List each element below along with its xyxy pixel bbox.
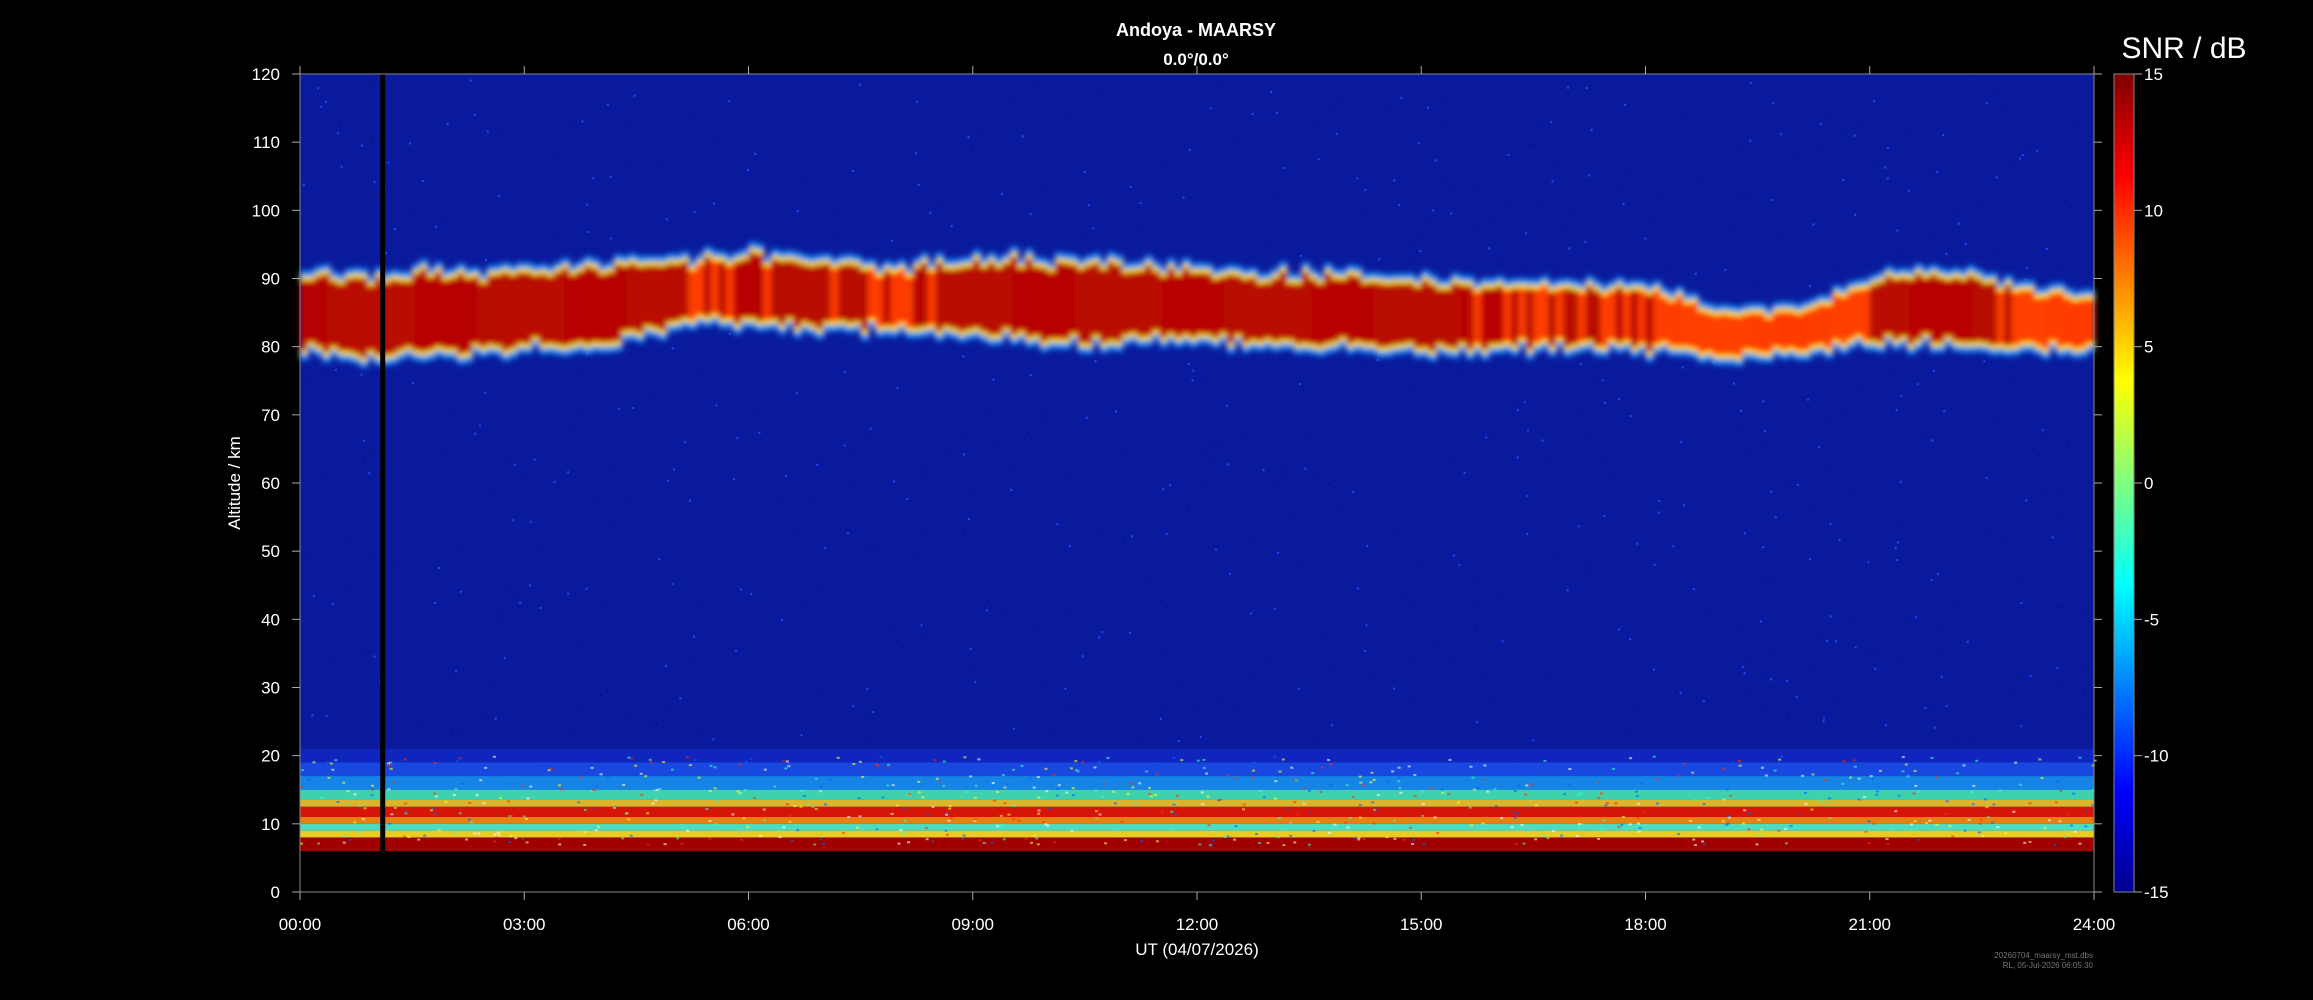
colorbar-tick-label: 0 bbox=[2144, 474, 2153, 493]
y-tick-label: 120 bbox=[252, 65, 280, 84]
colorbar-ticks: 15 10 5 0 -5 -10 -15 bbox=[2134, 65, 2169, 902]
y-tick-label: 90 bbox=[261, 270, 280, 289]
x-tick-label: 15:00 bbox=[1400, 915, 1443, 934]
y-tick-label: 50 bbox=[261, 542, 280, 561]
colorbar-tick-label: -10 bbox=[2144, 747, 2169, 766]
footnote-filename: 20260704_maarsy_mst.dbs bbox=[1994, 951, 2093, 960]
x-tick-label: 18:00 bbox=[1624, 915, 1667, 934]
footnote-timestamp: RL, 05-Jul-2026 06:05:30 bbox=[2003, 961, 2094, 970]
y-tick-label: 40 bbox=[261, 610, 280, 629]
y-tick-label: 10 bbox=[261, 815, 280, 834]
y-tick-label: 70 bbox=[261, 406, 280, 425]
x-tick-label: 12:00 bbox=[1176, 915, 1219, 934]
colorbar-label: SNR / dB bbox=[2121, 32, 2246, 65]
y-tick-label: 80 bbox=[261, 338, 280, 357]
colorbar: 15 10 5 0 -5 -10 -15 SNR / dB bbox=[2113, 32, 2247, 902]
chart-title: Andoya - MAARSY bbox=[1116, 20, 1276, 40]
y-tick-label: 110 bbox=[253, 133, 280, 152]
y-tick-label: 30 bbox=[261, 679, 280, 698]
colorbar-tick-label: 15 bbox=[2144, 65, 2163, 84]
colorbar-tick-label: 5 bbox=[2144, 338, 2153, 357]
y-tick-label: 60 bbox=[261, 474, 280, 493]
plot-area bbox=[299, 73, 2097, 893]
troposphere-band bbox=[300, 748, 2097, 852]
y-tick-label: 100 bbox=[252, 201, 280, 220]
chart-subtitle: 0.0°/0.0° bbox=[1163, 50, 1229, 69]
x-tick-label: 24:00 bbox=[2073, 915, 2116, 934]
x-tick-label: 03:00 bbox=[503, 915, 546, 934]
x-tick-label: 09:00 bbox=[951, 915, 994, 934]
x-tick-label: 06:00 bbox=[727, 915, 770, 934]
colorbar-tick-label: -15 bbox=[2144, 883, 2169, 902]
snr-heatmap bbox=[300, 74, 2097, 852]
y-tick-label: 20 bbox=[261, 747, 280, 766]
y-tick-label: 0 bbox=[271, 883, 280, 902]
x-tick-label: 21:00 bbox=[1848, 915, 1891, 934]
colorbar-tick-label: -5 bbox=[2144, 610, 2159, 629]
data-gap bbox=[380, 74, 386, 852]
x-tick-label: 00:00 bbox=[279, 915, 322, 934]
colorbar-gradient bbox=[2113, 73, 2135, 893]
y-axis-label: Altitude / km bbox=[225, 436, 244, 530]
heatmap-background bbox=[300, 74, 2094, 852]
radar-chart: Andoya - MAARSY 0.0°/0.0° 00:00 03:00 06:0… bbox=[225, 20, 2247, 970]
colorbar-tick-label: 10 bbox=[2144, 201, 2163, 220]
x-axis-label: UT (04/07/2026) bbox=[1135, 940, 1258, 959]
